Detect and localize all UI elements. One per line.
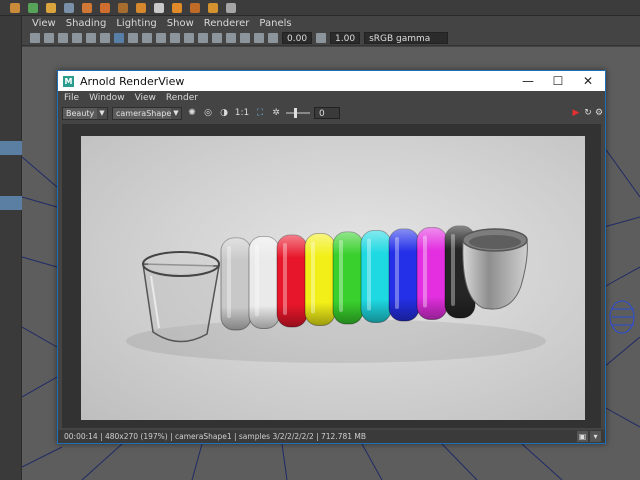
grid-icon[interactable]: [72, 32, 82, 43]
color-space-select[interactable]: sRGB gamma: [364, 31, 449, 44]
gamma-field[interactable]: 1.00: [330, 31, 361, 44]
render-scene: [81, 136, 585, 420]
exposure-icon[interactable]: [268, 32, 278, 43]
shelf-tool-icon[interactable]: [118, 2, 128, 13]
film-gate-icon[interactable]: [86, 32, 96, 43]
renderview-window: M Arnold RenderView — ☐ ✕ File Window Vi…: [57, 70, 606, 444]
ring: [304, 233, 336, 326]
textured-icon[interactable]: [142, 32, 152, 43]
shelf-tool-icon[interactable]: [28, 2, 38, 13]
ring: [388, 228, 420, 322]
ring: [360, 230, 392, 323]
menu-render[interactable]: Render: [166, 93, 198, 103]
ring: [332, 231, 364, 325]
camera-icon[interactable]: [30, 32, 40, 43]
exposure-value[interactable]: 0: [314, 107, 340, 119]
camera-select-value: cameraShape1: [116, 108, 177, 118]
ambient-occlusion-icon[interactable]: [184, 32, 194, 43]
maya-shelf: [0, 0, 640, 16]
menu-panels[interactable]: Panels: [259, 18, 291, 29]
maximize-button[interactable]: ☐: [543, 71, 573, 91]
bookmark-icon[interactable]: [58, 32, 68, 43]
shelf-tool-icon[interactable]: [136, 2, 146, 13]
exposure-field[interactable]: 0.00: [282, 31, 313, 44]
chevron-down-icon[interactable]: ▾: [590, 431, 601, 442]
resolution-gate-icon[interactable]: [100, 32, 110, 43]
gear-icon[interactable]: ⚙: [593, 107, 605, 119]
shelf-tool-icon[interactable]: [208, 2, 218, 13]
left-panel-highlight[interactable]: [0, 196, 22, 210]
maya-left-panel: [0, 16, 22, 480]
menu-show[interactable]: Show: [167, 18, 194, 29]
menu-window[interactable]: Window: [89, 93, 125, 103]
isolate-icon[interactable]: [226, 32, 236, 43]
shelf-tool-icon[interactable]: [172, 2, 182, 13]
exposure-icon[interactable]: ✲: [270, 107, 282, 119]
shelf-tool-icon[interactable]: [226, 2, 236, 13]
renderview-titlebar[interactable]: M Arnold RenderView — ☐ ✕: [58, 71, 605, 91]
close-button[interactable]: ✕: [573, 71, 603, 91]
menu-view[interactable]: View: [32, 18, 56, 29]
shelf-tool-icon[interactable]: [64, 2, 74, 13]
viewport-menu-bar: View Shading Lighting Show Renderer Pane…: [22, 16, 640, 30]
shelf-tool-icon[interactable]: [100, 2, 110, 13]
shelf-tool-icon[interactable]: [10, 2, 20, 13]
wireframe-icon[interactable]: [114, 32, 124, 43]
aov-select[interactable]: Beauty ▼: [62, 106, 108, 120]
channel-icon[interactable]: ◎: [202, 107, 214, 119]
window-title: Arnold RenderView: [80, 74, 185, 88]
shelf-tool-icon[interactable]: [190, 2, 200, 13]
shelf-tool-icon[interactable]: [82, 2, 92, 13]
menu-shading[interactable]: Shading: [66, 18, 107, 29]
menu-lighting[interactable]: Lighting: [116, 18, 156, 29]
ring-stack: [220, 225, 476, 331]
slider-handle[interactable]: [294, 108, 297, 118]
shelf-tool-icon[interactable]: [154, 2, 164, 13]
display-correction-icon[interactable]: ◑: [218, 107, 230, 119]
renderview-toolbar: Beauty ▼ cameraShape1 ▼ ✺ ◎ ◑ 1:1 ⛶ ✲ 0 …: [58, 105, 605, 121]
shadows-icon[interactable]: [170, 32, 180, 43]
motion-blur-icon[interactable]: [198, 32, 208, 43]
snapshot-icon[interactable]: ▣: [577, 431, 588, 442]
ring: [248, 236, 280, 329]
viewport-toolbar: 0.00 1.00 sRGB gamma: [22, 30, 640, 46]
ring: [220, 237, 252, 331]
crop-region-icon[interactable]: ⛶: [254, 107, 266, 119]
render-status-text: 00:00:14 | 480x270 (197%) | cameraShape1…: [64, 432, 367, 441]
rendered-image: [81, 136, 585, 420]
anti-alias-icon[interactable]: [212, 32, 222, 43]
render-play-icon[interactable]: ▶: [570, 107, 582, 119]
chevron-down-icon: ▼: [171, 107, 181, 119]
render-canvas[interactable]: [62, 124, 601, 428]
ratio-button[interactable]: 1:1: [234, 107, 250, 119]
glass-cup: [142, 251, 220, 343]
xray-icon[interactable]: [240, 32, 250, 43]
menu-renderer[interactable]: Renderer: [204, 18, 250, 29]
camera-select[interactable]: cameraShape1 ▼: [112, 106, 182, 120]
lights-icon[interactable]: [156, 32, 166, 43]
ring: [416, 227, 448, 320]
chevron-down-icon: ▼: [97, 107, 107, 119]
render-settings-icon[interactable]: ✺: [186, 107, 198, 119]
xray-joints-icon[interactable]: [254, 32, 264, 43]
lock-icon[interactable]: [44, 32, 54, 43]
left-panel-highlight[interactable]: [0, 141, 22, 155]
smooth-shade-icon[interactable]: [128, 32, 138, 43]
exposure-slider[interactable]: [286, 108, 310, 118]
gamma-icon[interactable]: [316, 32, 327, 43]
maya-app-icon: M: [63, 75, 74, 87]
ring: [276, 234, 308, 328]
shelf-tool-icon[interactable]: [46, 2, 56, 13]
aov-select-value: Beauty: [66, 108, 95, 118]
minimize-button[interactable]: —: [513, 71, 543, 91]
renderview-status-bar: 00:00:14 | 480x270 (197%) | cameraShape1…: [58, 430, 605, 443]
menu-file[interactable]: File: [64, 93, 79, 103]
menu-view[interactable]: View: [135, 93, 156, 103]
renderview-menu-bar: File Window View Render: [58, 91, 605, 105]
